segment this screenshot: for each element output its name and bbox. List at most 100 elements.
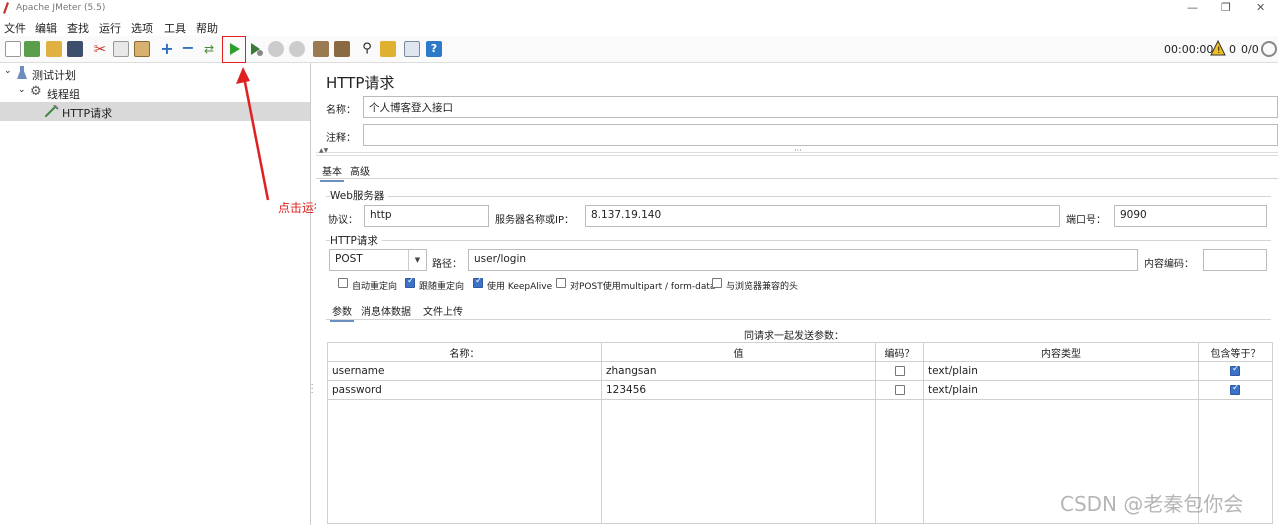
browser-headers-label: 与浏览器兼容的头: [726, 282, 799, 292]
svg-text:!: !: [1217, 46, 1221, 56]
templates-icon[interactable]: [24, 41, 40, 57]
toggle-icon[interactable]: ⇄: [201, 41, 217, 57]
menu-help[interactable]: 帮助: [196, 20, 218, 36]
multipart-label: 对POST使用multipart / form-data: [570, 282, 716, 292]
encode-cell[interactable]: [875, 361, 924, 381]
encoding-label: 内容编码：: [1144, 259, 1194, 270]
function-helper-icon[interactable]: [404, 41, 420, 57]
jmeter-logo-icon: [3, 2, 9, 14]
title-bar: Apache JMeter (5.5) — ❐ ✕: [0, 0, 1278, 17]
param-value-cell[interactable]: zhangsan: [601, 361, 876, 381]
keepalive-label: 使用 KeepAlive: [487, 282, 553, 292]
encoding-field[interactable]: [1203, 249, 1267, 271]
close-icon[interactable]: ✕: [1256, 1, 1265, 14]
thread-count: 0/0: [1241, 43, 1259, 56]
dropdown-arrow-icon[interactable]: ▼: [408, 250, 426, 270]
menu-file[interactable]: 文件: [4, 20, 26, 36]
include-equals-checkbox[interactable]: [1230, 364, 1240, 376]
name-label: 名称：: [326, 105, 356, 116]
http-request-group-border: [326, 240, 1271, 241]
watermark: CSDN @老秦包你会: [1060, 492, 1244, 516]
web-server-group-title: Web服务器: [330, 188, 389, 203]
chevron-down-icon[interactable]: ⌄: [4, 66, 12, 76]
params-caption: 同请求一起发送参数：: [744, 331, 844, 342]
window-title: Apache JMeter (5.5): [16, 3, 106, 13]
table-row[interactable]: username zhangsan text/plain: [327, 361, 1273, 381]
shutdown-icon[interactable]: [289, 41, 305, 57]
include-equals-checkbox[interactable]: [1230, 383, 1240, 395]
copy-icon[interactable]: [113, 41, 129, 57]
tab-body-data[interactable]: 消息体数据: [359, 301, 413, 320]
comment-field[interactable]: [363, 124, 1278, 146]
encode-cell[interactable]: [875, 380, 924, 400]
port-field[interactable]: 9090: [1114, 205, 1267, 227]
include-equals-cell[interactable]: [1198, 361, 1273, 381]
column-header-value[interactable]: 值: [601, 342, 876, 362]
follow-redirect-checkbox[interactable]: [405, 276, 415, 288]
clear-icon[interactable]: [313, 41, 329, 57]
menu-run[interactable]: 运行: [99, 20, 121, 36]
chevron-down-icon[interactable]: ⌄: [18, 85, 26, 95]
menu-options[interactable]: 选项: [131, 20, 153, 36]
server-field[interactable]: 8.137.19.140: [585, 205, 1060, 227]
protocol-label: 协议：: [328, 215, 358, 226]
warning-count: 0: [1229, 43, 1236, 56]
warning-icon[interactable]: !: [1210, 39, 1226, 59]
multipart-checkbox[interactable]: [556, 278, 566, 288]
start-icon[interactable]: [226, 41, 242, 57]
help-icon[interactable]: ?: [426, 41, 442, 57]
content-type-cell[interactable]: text/plain: [923, 361, 1199, 381]
content-type-cell[interactable]: text/plain: [923, 380, 1199, 400]
maximize-icon[interactable]: ❐: [1221, 1, 1231, 14]
http-request-group-title: HTTP请求: [330, 233, 382, 248]
column-header-encode[interactable]: 编码？: [875, 342, 924, 362]
table-row[interactable]: password 123456 text/plain: [327, 380, 1273, 400]
column-header-name[interactable]: 名称：: [327, 342, 602, 362]
toolbar: ✂ + − ⇄ ⚲ ? 00:00:00 ! 0 0/0: [0, 36, 1278, 63]
protocol-field[interactable]: http: [364, 205, 489, 227]
splitter-handle[interactable]: · · ·: [311, 382, 315, 397]
browser-headers-checkbox[interactable]: [712, 278, 722, 288]
menu-search[interactable]: 查找: [67, 20, 89, 36]
param-value-cell[interactable]: 123456: [601, 380, 876, 400]
reset-search-icon[interactable]: [380, 41, 396, 57]
thread-indicator-icon: [1261, 41, 1277, 57]
web-server-group-border: [326, 196, 1271, 197]
gear-icon: ⚙: [30, 84, 42, 99]
menu-edit[interactable]: 编辑: [35, 20, 57, 36]
menu-tools[interactable]: 工具: [164, 20, 186, 36]
open-icon[interactable]: [46, 41, 62, 57]
path-field[interactable]: user/login: [468, 249, 1138, 271]
new-icon[interactable]: [5, 41, 21, 57]
param-name-cell[interactable]: password: [327, 380, 602, 400]
search-icon[interactable]: ⚲: [359, 41, 375, 57]
param-name-cell[interactable]: username: [327, 361, 602, 381]
stop-icon[interactable]: [268, 41, 284, 57]
tab-file-upload[interactable]: 文件上传: [421, 301, 465, 320]
encode-checkbox[interactable]: [895, 385, 905, 395]
save-icon[interactable]: [67, 41, 83, 57]
table-header-row: 名称： 值 编码？ 内容类型 包含等于？: [327, 342, 1273, 362]
start-no-pause-icon[interactable]: [248, 41, 264, 57]
annotation-arrow: [236, 67, 270, 201]
path-label: 路径：: [432, 259, 462, 270]
pipette-icon: [44, 104, 59, 120]
menu-bar: 文件 编辑 查找 运行 选项 工具 帮助: [0, 17, 1278, 36]
collapse-icon[interactable]: −: [180, 40, 196, 57]
auto-redirect-checkbox[interactable]: [338, 278, 348, 288]
collapse-arrows-icon[interactable]: ▲▼: [319, 147, 328, 154]
clear-all-icon[interactable]: [334, 41, 350, 57]
page-title: HTTP请求: [326, 74, 395, 92]
keepalive-checkbox[interactable]: [473, 276, 483, 288]
divider-grip-icon[interactable]: ···: [794, 146, 802, 155]
cut-icon[interactable]: ✂: [92, 41, 108, 57]
port-label: 端口号：: [1066, 215, 1106, 226]
column-header-include-equals[interactable]: 包含等于？: [1198, 342, 1273, 362]
minimize-icon[interactable]: —: [1187, 1, 1198, 14]
name-field[interactable]: 个人博客登入接口: [363, 96, 1278, 118]
column-header-content-type[interactable]: 内容类型: [923, 342, 1199, 362]
include-equals-cell[interactable]: [1198, 380, 1273, 400]
expand-icon[interactable]: +: [159, 41, 175, 57]
paste-icon[interactable]: [134, 41, 150, 57]
encode-checkbox[interactable]: [895, 366, 905, 376]
